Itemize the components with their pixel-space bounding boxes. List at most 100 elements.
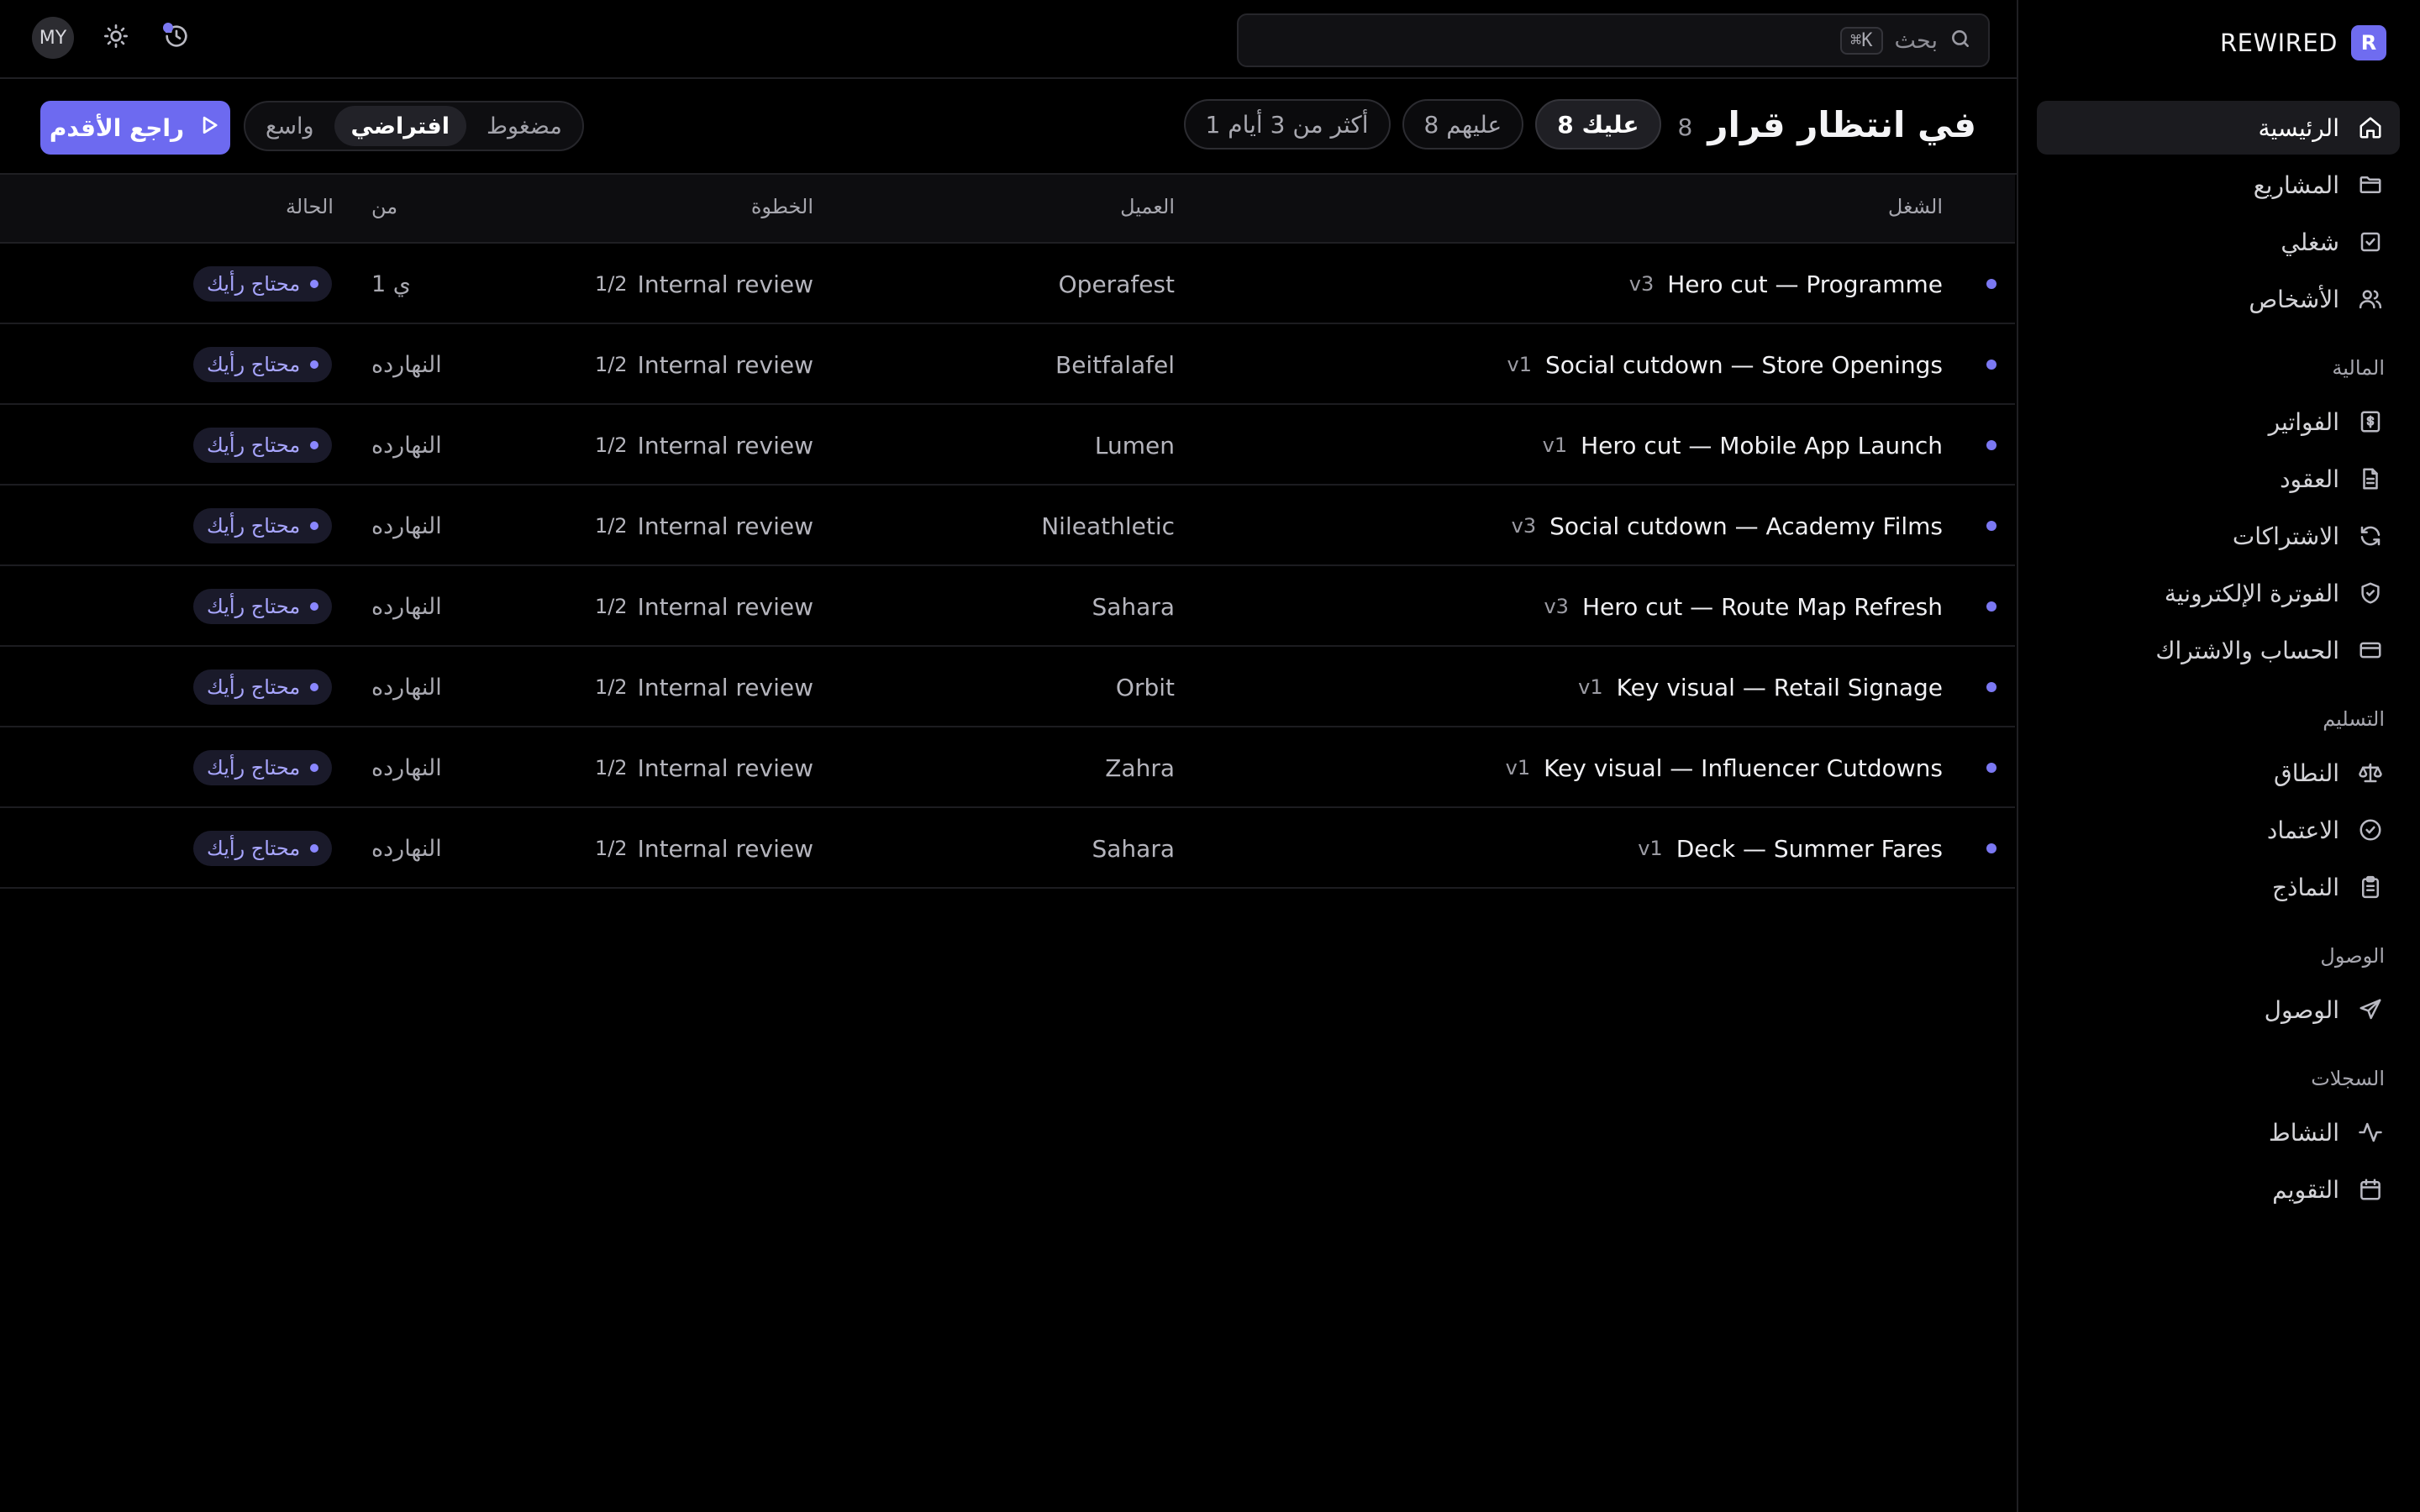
sidebar-item-label: النطاق bbox=[2274, 759, 2339, 787]
step-name: Internal review bbox=[637, 834, 813, 863]
sidebar-item-my-work[interactable]: شغلي bbox=[2037, 215, 2400, 269]
decisions-table: الشغل العميل الخطوة من الحالة Hero cut —… bbox=[0, 175, 2015, 889]
column-header-from[interactable]: من bbox=[371, 195, 397, 218]
table-body: Hero cut — Programme v3 Operafest Intern… bbox=[0, 244, 2015, 889]
search-shortcut: ⌘K bbox=[1840, 26, 1883, 55]
step-progress: 1/2 bbox=[594, 756, 628, 780]
unread-dot bbox=[1986, 601, 1996, 612]
filter-chip-theirs[interactable]: عليهم 8 bbox=[1402, 99, 1524, 150]
send-icon bbox=[2358, 997, 2383, 1022]
shield-icon bbox=[2358, 580, 2383, 606]
client-cell: Operafest bbox=[1058, 270, 1175, 298]
table-row[interactable]: Hero cut — Programme v3 Operafest Intern… bbox=[0, 244, 2015, 324]
sidebar-item-people[interactable]: الأشخاص bbox=[2037, 272, 2400, 326]
status-label: محتاج رأيك bbox=[207, 837, 301, 860]
table-row[interactable]: Key visual — Influencer Cutdowns v1 Zahr… bbox=[0, 727, 2015, 808]
topbar: بحث ⌘K MY bbox=[0, 0, 2017, 79]
status-badge: محتاج رأيك bbox=[193, 266, 333, 302]
work-version: v1 bbox=[1578, 675, 1603, 699]
status-label: محتاج رأيك bbox=[207, 433, 301, 457]
sidebar-item-label: النشاط bbox=[2268, 1118, 2339, 1147]
sidebar-item-forms[interactable]: النماذج bbox=[2037, 860, 2400, 914]
brand[interactable]: R REWIRED bbox=[2220, 25, 2386, 60]
table-row[interactable]: Hero cut — Mobile App Launch v1 Lumen In… bbox=[0, 405, 2015, 486]
table-row[interactable]: Hero cut — Route Map Refresh v3 Sahara I… bbox=[0, 566, 2015, 647]
client-cell: Beitfalafel bbox=[1055, 350, 1175, 379]
theme-toggle-button[interactable] bbox=[97, 19, 134, 56]
table-row[interactable]: Deck — Summer Fares v1 Sahara Internal r… bbox=[0, 808, 2015, 889]
step-name: Internal review bbox=[637, 431, 813, 459]
sidebar-item-scope[interactable]: النطاق bbox=[2037, 746, 2400, 800]
from-cell: النهارده bbox=[371, 754, 442, 781]
step-name: Internal review bbox=[637, 673, 813, 701]
sidebar-item-label: الفوترة الإلكترونية bbox=[2164, 579, 2339, 607]
work-title[interactable]: Key visual — Retail Signage bbox=[1617, 674, 1943, 701]
work-title[interactable]: Hero cut — Route Map Refresh bbox=[1582, 593, 1943, 621]
status-cell: محتاج رأيك bbox=[193, 727, 333, 808]
work-title[interactable]: Deck — Summer Fares bbox=[1676, 835, 1943, 863]
sidebar-item-invoices[interactable]: الفواتير bbox=[2037, 395, 2400, 449]
column-header-client[interactable]: العميل bbox=[1120, 195, 1175, 218]
work-title[interactable]: Hero cut — Programme bbox=[1667, 270, 1943, 298]
sidebar-item-e-invoicing[interactable]: الفوترة الإلكترونية bbox=[2037, 566, 2400, 620]
work-version: v1 bbox=[1505, 756, 1531, 780]
sidebar-item-projects[interactable]: المشاريع bbox=[2037, 158, 2400, 212]
search-icon bbox=[1949, 28, 1971, 53]
sidebar-item-approval[interactable]: الاعتماد bbox=[2037, 803, 2400, 857]
from-cell: النهارده bbox=[371, 432, 442, 459]
sidebar-item-label: الأشخاص bbox=[2249, 285, 2339, 313]
table-header: الشغل العميل الخطوة من الحالة bbox=[0, 175, 2015, 244]
sidebar-item-activity[interactable]: النشاط bbox=[2037, 1105, 2400, 1159]
work-version: v3 bbox=[1628, 272, 1655, 296]
sidebar-item-label: المشاريع bbox=[2253, 171, 2339, 199]
column-header-work[interactable]: الشغل bbox=[1888, 195, 1943, 218]
status-cell: محتاج رأيك bbox=[193, 647, 333, 727]
density-default[interactable]: افتراضي bbox=[334, 106, 466, 146]
top-actions: MY bbox=[32, 17, 195, 59]
step-cell: Internal review 1/2 bbox=[595, 244, 813, 324]
status-cell: محتاج رأيك bbox=[193, 324, 333, 405]
sidebar-item-label: النماذج bbox=[2271, 873, 2339, 901]
work-title[interactable]: Social cutdown — Store Openings bbox=[1545, 351, 1943, 379]
sidebar-item-label: التقويم bbox=[2272, 1175, 2339, 1204]
work-title[interactable]: Hero cut — Mobile App Launch bbox=[1581, 432, 1943, 459]
sidebar-item-account-billing[interactable]: الحساب والاشتراك bbox=[2037, 623, 2400, 677]
filter-chip-mine[interactable]: عليك 8 bbox=[1535, 99, 1661, 150]
document-icon bbox=[2358, 466, 2383, 491]
sidebar-item-subscriptions[interactable]: الاشتراكات bbox=[2037, 509, 2400, 563]
status-label: محتاج رأيك bbox=[207, 353, 301, 376]
table-row[interactable]: Key visual — Retail Signage v1 Orbit Int… bbox=[0, 647, 2015, 727]
sidebar-nav: الرئيسية المشاريع شغلي الأشخاص المالية ا… bbox=[2037, 101, 2400, 1220]
work-cell: Key visual — Influencer Cutdowns v1 bbox=[1506, 727, 1943, 808]
avatar[interactable]: MY bbox=[32, 17, 74, 59]
work-title[interactable]: Social cutdown — Academy Films bbox=[1549, 512, 1943, 540]
sidebar-item-access[interactable]: الوصول bbox=[2037, 983, 2400, 1037]
status-dot bbox=[310, 844, 319, 853]
table-row[interactable]: Social cutdown — Academy Films v3 Nileat… bbox=[0, 486, 2015, 566]
status-badge: محتاج رأيك bbox=[193, 508, 333, 543]
filter-chip-over-3-days[interactable]: أكثر من 3 أيام 1 bbox=[1183, 99, 1391, 150]
unread-dot bbox=[1986, 440, 1996, 450]
status-badge: محتاج رأيك bbox=[193, 750, 333, 785]
history-button[interactable] bbox=[158, 19, 195, 56]
unread-dot bbox=[1986, 360, 1996, 370]
work-title[interactable]: Key visual — Influencer Cutdowns bbox=[1544, 754, 1943, 782]
step-cell: Internal review 1/2 bbox=[595, 727, 813, 808]
status-dot bbox=[310, 280, 319, 288]
density-wide[interactable]: واسع bbox=[249, 106, 331, 146]
scale-icon bbox=[2358, 760, 2383, 785]
sidebar-item-home[interactable]: الرئيسية bbox=[2037, 101, 2400, 155]
column-header-step[interactable]: الخطوة bbox=[751, 195, 813, 218]
column-header-status[interactable]: الحالة bbox=[286, 195, 334, 218]
search-input[interactable]: بحث ⌘K bbox=[1237, 13, 1990, 67]
filter-chips: عليك 8 عليهم 8 أكثر من 3 أيام 1 bbox=[1183, 99, 1661, 150]
review-oldest-button[interactable]: راجع الأقدم bbox=[40, 101, 230, 155]
density-compact[interactable]: مضغوط bbox=[470, 106, 579, 146]
step-name: Internal review bbox=[637, 592, 813, 621]
from-cell: النهارده bbox=[371, 512, 442, 539]
sidebar-item-contracts[interactable]: العقود bbox=[2037, 452, 2400, 506]
sidebar-item-label: الفواتير bbox=[2268, 407, 2339, 436]
table-row[interactable]: Social cutdown — Store Openings v1 Beitf… bbox=[0, 324, 2015, 405]
sidebar-item-calendar[interactable]: التقويم bbox=[2037, 1163, 2400, 1216]
sidebar-section-access: الوصول bbox=[2320, 944, 2385, 968]
